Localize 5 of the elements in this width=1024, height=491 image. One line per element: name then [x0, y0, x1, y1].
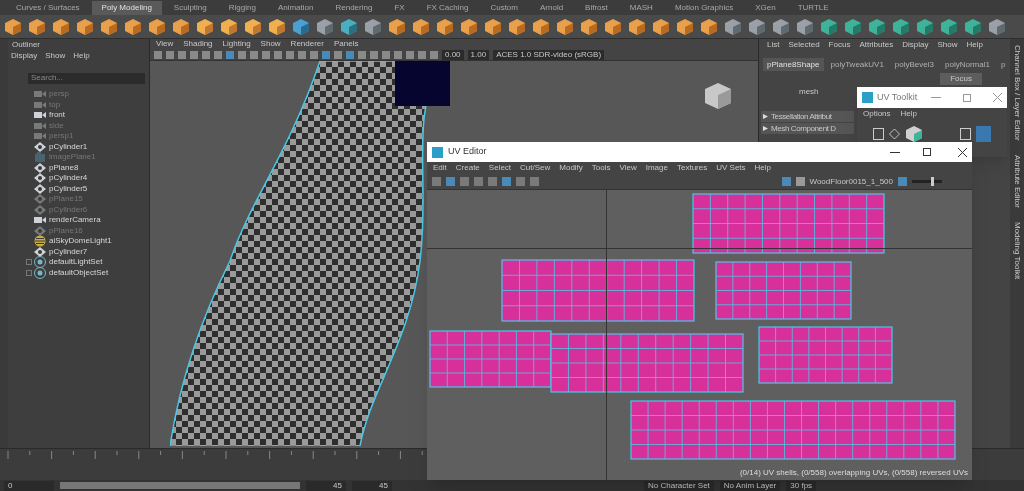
field-label: mesh — [799, 87, 819, 96]
panel-title: Outliner — [12, 40, 40, 49]
window-title: UV Toolkit — [877, 90, 919, 104]
status-text: (0/14) UV shells, (0/558) overlapping UVs, (0/558) reversed UVs — [739, 467, 968, 479]
window-title: UV Editor — [448, 145, 488, 159]
